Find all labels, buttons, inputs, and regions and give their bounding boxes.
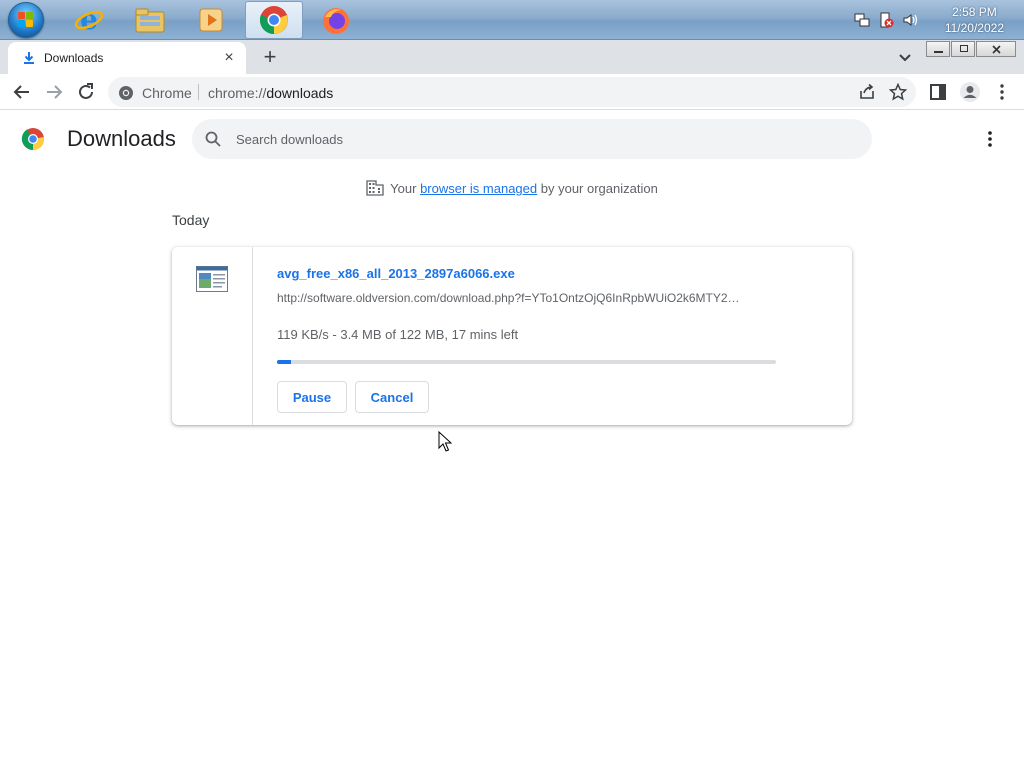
windows-flag-icon <box>18 12 34 28</box>
mouse-cursor-icon <box>438 431 452 452</box>
managed-suffix: by your organization <box>540 181 658 196</box>
taskbar-firefox[interactable] <box>307 1 365 39</box>
forward-arrow-icon[interactable] <box>42 80 66 104</box>
download-status-text: 119 KB/s - 3.4 MB of 122 MB, 17 mins lef… <box>277 327 519 342</box>
minimize-button[interactable] <box>926 41 950 57</box>
firefox-icon <box>323 8 349 34</box>
internet-explorer-icon: e <box>74 5 104 35</box>
side-panel-icon[interactable] <box>928 82 948 102</box>
download-progress-bar <box>277 360 776 364</box>
chrome-menu-icon[interactable] <box>992 82 1012 102</box>
taskbar-chrome[interactable] <box>245 1 303 39</box>
managed-prefix: Your <box>390 181 417 196</box>
restore-icon <box>960 45 968 52</box>
exe-file-icon <box>196 266 228 292</box>
search-icon <box>205 131 221 147</box>
url-text: chrome://downloads <box>208 85 333 101</box>
minimize-icon <box>934 51 943 53</box>
url-path: downloads <box>266 85 334 101</box>
building-icon <box>366 180 384 196</box>
restore-button[interactable] <box>951 41 975 57</box>
windows-taskbar: e 2:58 PM 11/20/2022 <box>0 0 1024 40</box>
download-item-icon-column <box>172 247 253 425</box>
tab-title: Downloads <box>44 51 104 65</box>
url-scheme: chrome:// <box>208 85 267 101</box>
window-controls <box>925 41 1016 57</box>
download-item-card: avg_free_x86_all_2013_2897a6066.exe http… <box>172 247 852 425</box>
tab-strip: Downloads × + <box>0 40 1024 74</box>
browser-toolbar: Chrome chrome://downloads <box>0 74 1024 110</box>
address-bar[interactable]: Chrome chrome://downloads <box>108 77 916 107</box>
download-source-url[interactable]: http://software.oldversion.com/download.… <box>277 291 777 305</box>
download-file-name-link[interactable]: avg_free_x86_all_2013_2897a6066.exe <box>277 266 515 281</box>
tab-search-chevron-icon[interactable] <box>896 48 914 66</box>
media-player-icon <box>199 8 223 32</box>
cancel-button[interactable]: Cancel <box>355 381 429 413</box>
date-group-label: Today <box>172 212 210 228</box>
managed-notice: Your browser is managed by your organiza… <box>0 180 1024 196</box>
taskbar-internet-explorer[interactable]: e <box>60 1 118 39</box>
omnibox-separator <box>198 84 199 100</box>
share-icon[interactable] <box>858 83 876 101</box>
new-tab-button[interactable]: + <box>258 46 282 70</box>
bookmark-star-icon[interactable] <box>889 83 907 101</box>
tab-downloads[interactable]: Downloads × <box>8 42 246 74</box>
download-icon <box>24 52 34 64</box>
chrome-site-icon <box>119 86 133 100</box>
tab-close-icon[interactable]: × <box>220 49 238 67</box>
reload-icon[interactable] <box>74 80 98 104</box>
taskbar-media-player[interactable] <box>182 1 240 39</box>
network-icon[interactable] <box>854 12 870 28</box>
folder-icon <box>135 8 165 33</box>
search-input[interactable] <box>236 128 836 150</box>
volume-icon[interactable] <box>902 12 918 28</box>
action-center-icon[interactable] <box>878 12 894 28</box>
download-progress-fill <box>277 360 291 364</box>
close-window-button[interactable] <box>976 41 1016 57</box>
profile-avatar-icon[interactable] <box>959 81 981 103</box>
back-arrow-icon[interactable] <box>10 80 34 104</box>
clock-time: 2:58 PM <box>952 5 997 19</box>
site-label: Chrome <box>142 85 192 101</box>
svg-text:e: e <box>80 5 98 35</box>
chrome-icon <box>259 6 288 35</box>
downloads-header: Downloads <box>0 110 1024 168</box>
taskbar-clock[interactable]: 2:58 PM 11/20/2022 <box>945 4 1004 36</box>
more-actions-icon[interactable] <box>980 129 1000 149</box>
browser-managed-link[interactable]: browser is managed <box>420 181 537 196</box>
close-icon <box>992 45 1001 54</box>
system-tray: 2:58 PM 11/20/2022 <box>854 0 1024 40</box>
chrome-logo-icon <box>21 128 44 150</box>
clock-date: 11/20/2022 <box>944 21 1004 35</box>
search-box <box>192 119 872 159</box>
pause-button[interactable]: Pause <box>277 381 347 413</box>
start-button[interactable] <box>8 2 44 38</box>
page-title: Downloads <box>67 126 176 151</box>
taskbar-file-explorer[interactable] <box>121 1 179 39</box>
